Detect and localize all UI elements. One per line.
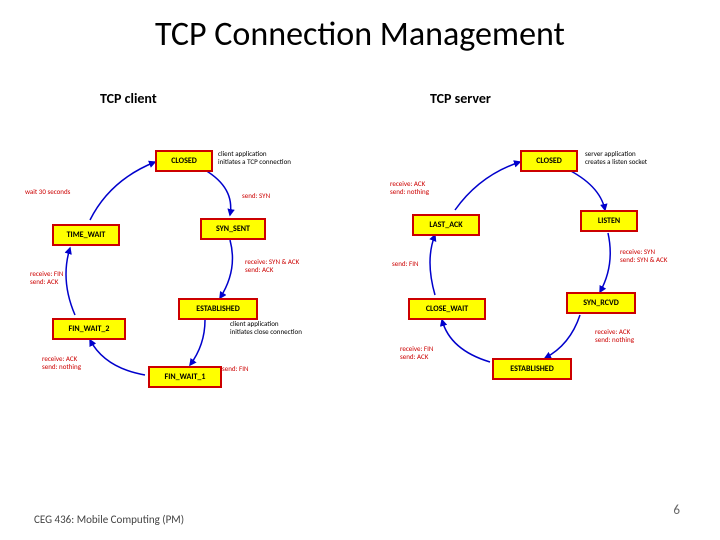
state-server-syn-rcvd: SYN_RCVD [566, 292, 636, 314]
server-diagram: CLOSED LISTEN SYN_RCVD ESTABLISHED CLOSE… [380, 140, 710, 430]
state-client-time-wait: TIME_WAIT [52, 224, 120, 246]
label-server-recv-ack-close: receive: ACK send: nothing [390, 180, 429, 195]
page-number: 6 [673, 503, 680, 518]
label-server-recv-syn: receive: SYN send: SYN & ACK [620, 248, 667, 263]
state-server-closed: CLOSED [520, 150, 578, 172]
server-heading: TCP server [430, 90, 491, 107]
label-server-send-fin: send: FIN [392, 260, 419, 268]
footer-course: CEG 436: Mobile Computing (PM) [34, 513, 184, 526]
label-client-send-fin: send: FIN [222, 365, 249, 373]
label-client-wait30: wait 30 seconds [25, 188, 70, 196]
state-server-last-ack: LAST_ACK [412, 214, 480, 236]
state-client-established: ESTABLISHED [178, 298, 258, 320]
state-client-syn-sent: SYN_SENT [200, 218, 266, 240]
label-client-send-syn: send: SYN [242, 192, 270, 200]
state-server-established: ESTABLISHED [492, 358, 572, 380]
label-client-recv-fin: receive: FIN send: ACK [30, 270, 63, 285]
label-client-start: client application initiates a TCP conne… [218, 150, 328, 165]
client-heading: TCP client [100, 90, 157, 107]
label-server-recv-fin: receive: FIN send: ACK [400, 345, 433, 360]
server-arrows [380, 140, 710, 430]
client-diagram: CLOSED SYN_SENT ESTABLISHED FIN_WAIT_1 F… [30, 140, 350, 430]
state-client-closed: CLOSED [155, 150, 213, 172]
state-server-listen: LISTEN [580, 210, 638, 232]
slide-title: TCP Connection Management [0, 14, 720, 55]
label-server-create: server application creates a listen sock… [585, 150, 695, 165]
state-server-close-wait: CLOSE_WAIT [408, 298, 486, 320]
label-client-recv-ack: receive: ACK send: nothing [42, 355, 81, 370]
label-client-close: client application initiates close conne… [230, 320, 340, 335]
label-client-recv-synack: receive: SYN & ACK send: ACK [245, 258, 299, 273]
label-server-recv-ack-est: receive: ACK send: nothing [595, 328, 634, 343]
state-client-fin-wait-2: FIN_WAIT_2 [52, 318, 126, 340]
state-client-fin-wait-1: FIN_WAIT_1 [148, 366, 222, 388]
